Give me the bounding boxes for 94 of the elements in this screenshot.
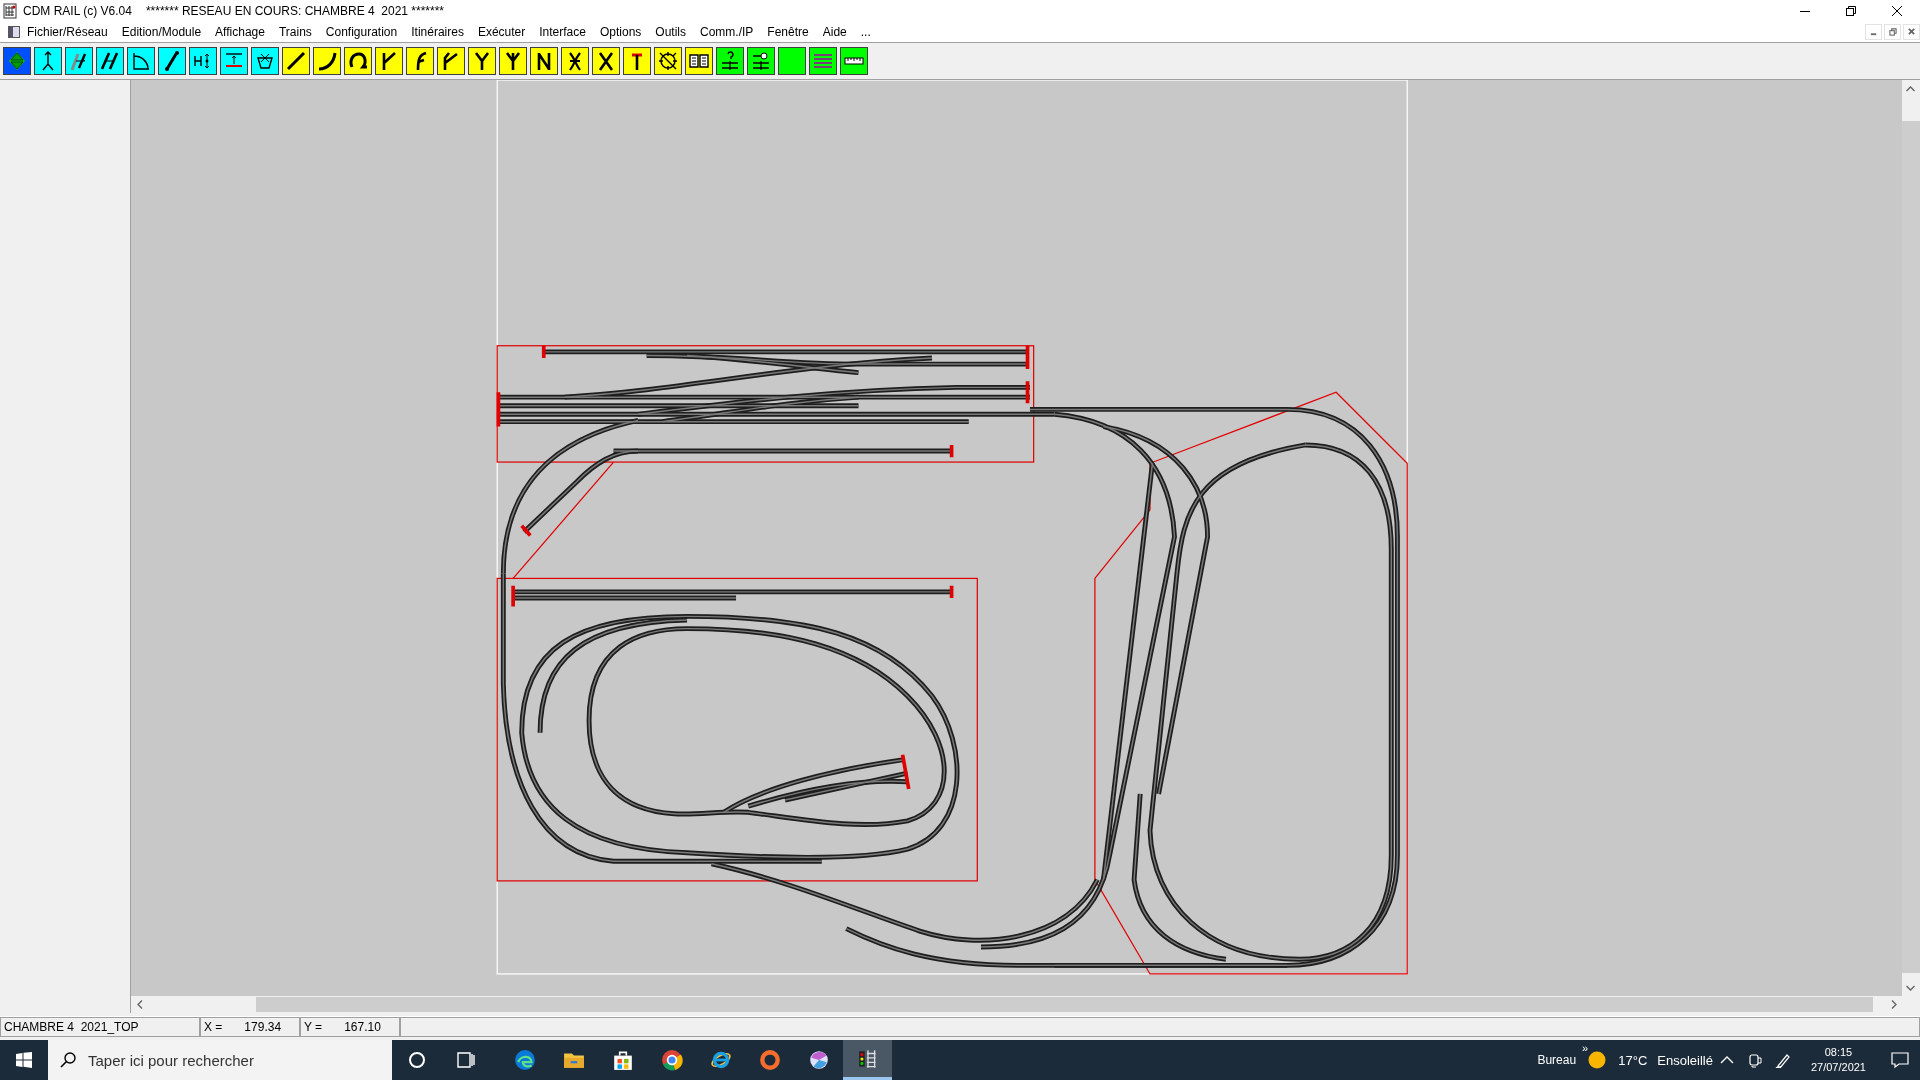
menu-item[interactable]: Trains — [271, 25, 319, 39]
chevron-left-icon — [136, 1000, 143, 1009]
turntable-icon — [657, 50, 679, 72]
signal-icon — [750, 50, 772, 72]
ring-icon — [758, 1049, 781, 1071]
sun-icon — [1588, 1051, 1607, 1069]
toolbar-button[interactable] — [654, 47, 682, 75]
double-track-icon — [99, 50, 121, 72]
x-coordinate: 179.34 — [244, 1020, 282, 1034]
app-icon — [3, 3, 17, 19]
menu-item[interactable]: Affichage — [208, 25, 272, 39]
y-label: Y = — [304, 1020, 323, 1034]
menu-item[interactable]: Outils — [648, 25, 693, 39]
menu-item[interactable]: Interface — [532, 25, 593, 39]
move-arrows-icon — [6, 50, 28, 72]
chrome-icon — [660, 1049, 683, 1071]
minimize-button[interactable] — [1865, 24, 1882, 40]
toolbar-button[interactable] — [437, 47, 465, 75]
close-icon — [1892, 6, 1902, 16]
curve-track-icon — [316, 50, 338, 72]
menu-item[interactable]: Configuration — [318, 25, 405, 39]
scrollbar-thumb[interactable] — [1902, 121, 1920, 973]
scrollbar-thumb[interactable] — [256, 997, 1873, 1012]
signal-track-icon — [856, 1047, 879, 1070]
toolbar-button[interactable] — [158, 47, 186, 75]
toolbar-button[interactable] — [530, 47, 558, 75]
clock[interactable]: 08:15 27/07/2021 — [1810, 1045, 1866, 1075]
chevron-right-icon — [1890, 1000, 1897, 1009]
clock-time: 08:15 — [1824, 1045, 1853, 1060]
quarter-curve-icon — [130, 50, 152, 72]
chevron-up-icon — [1906, 85, 1915, 92]
task-view-icon — [455, 1050, 476, 1070]
circle-icon — [406, 1050, 427, 1070]
menu-item[interactable]: ... — [853, 25, 878, 39]
loop-track-icon — [347, 50, 369, 72]
temperature[interactable]: 17°C — [1618, 1052, 1648, 1068]
menu-item[interactable]: Exécuter — [470, 25, 533, 39]
window-title: CDM RAIL (c) V6.04 — [23, 4, 132, 18]
menu-item[interactable]: Options — [592, 25, 649, 39]
edge-swirl-icon — [513, 1049, 536, 1071]
weather-label[interactable]: Ensoleillé — [1657, 1052, 1713, 1068]
toolbar-button[interactable] — [220, 47, 248, 75]
toolbar-button[interactable] — [65, 47, 93, 75]
clock-date: 27/07/2021 — [1810, 1060, 1866, 1075]
toolbar-button[interactable] — [96, 47, 124, 75]
x-label: X = — [204, 1020, 223, 1034]
toolbar-button[interactable] — [778, 47, 806, 75]
toolbar-button[interactable] — [623, 47, 651, 75]
menu-item[interactable]: Comm./IP — [693, 25, 761, 39]
menu-item[interactable]: Fenêtre — [760, 25, 816, 39]
document-title: ******* RESEAU EN COURS: CHAMBRE 4 2021 ******* — [145, 4, 445, 18]
toolbar-label[interactable]: Bureau — [1537, 1053, 1577, 1067]
toolbar-button[interactable] — [344, 47, 372, 75]
close-icon — [1907, 28, 1916, 36]
menu-item[interactable]: Edition/Module — [114, 25, 209, 39]
toolbar-button[interactable] — [592, 47, 620, 75]
document-icon — [8, 26, 20, 38]
menu-item[interactable]: Aide — [815, 25, 854, 39]
toolbar-button[interactable] — [282, 47, 310, 75]
shopping-bag-icon — [611, 1049, 634, 1071]
toolbar-button[interactable] — [34, 47, 62, 75]
toolbar-button[interactable] — [716, 47, 744, 75]
toolbar-button[interactable] — [406, 47, 434, 75]
expand-chevron[interactable]: » — [1582, 1042, 1589, 1054]
toolbar-button[interactable] — [375, 47, 403, 75]
signal-question-icon — [719, 50, 741, 72]
pen-icon — [1774, 1052, 1791, 1068]
restore-icon — [1888, 28, 1897, 36]
windows-logo-icon — [16, 1052, 32, 1068]
letter-e-icon — [709, 1049, 732, 1071]
straight-track-icon — [285, 50, 307, 72]
toolbar-button[interactable] — [499, 47, 527, 75]
restore-icon — [1846, 6, 1856, 16]
toolbar-button[interactable] — [189, 47, 217, 75]
y-coordinate: 167.10 — [344, 1020, 381, 1034]
menu-item[interactable]: Itinéraires — [404, 25, 471, 39]
toolbar-button[interactable] — [251, 47, 279, 75]
chevron-down-icon — [1906, 984, 1915, 991]
layout-canvas[interactable] — [131, 80, 1902, 996]
network-name: CHAMBRE 4 2021_TOP — [0, 1017, 200, 1037]
close-button[interactable] — [1903, 24, 1920, 40]
menu-item[interactable]: Fichier/Réseau — [20, 25, 115, 39]
colorful-orb-icon — [807, 1049, 830, 1071]
toolbar-button[interactable] — [840, 47, 868, 75]
speech-bubble-icon — [1891, 1051, 1909, 1069]
device-icon — [1746, 1052, 1763, 1068]
toolbar-button[interactable] — [747, 47, 775, 75]
toolbar-button[interactable] — [313, 47, 341, 75]
search-field[interactable]: Taper ici pour rechercher — [48, 1040, 392, 1080]
toolbar-button[interactable] — [561, 47, 589, 75]
toolbar-button[interactable] — [127, 47, 155, 75]
toolbar-button[interactable] — [685, 47, 713, 75]
toolbar-button[interactable] — [809, 47, 837, 75]
toolbar-button[interactable] — [468, 47, 496, 75]
